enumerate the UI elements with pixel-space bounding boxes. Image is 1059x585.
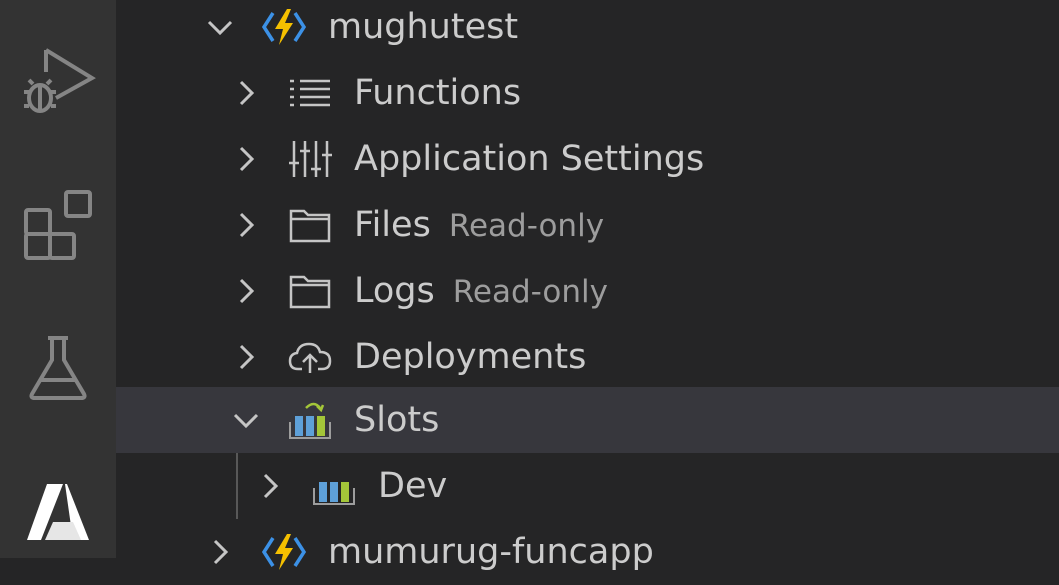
tree-item-label: Slots xyxy=(354,400,440,440)
tree-item-label: Dev xyxy=(378,466,448,506)
tree-item-label: Deployments xyxy=(354,337,587,377)
cloud-upload-icon xyxy=(288,342,332,373)
tree-item-function-app[interactable]: mughutest xyxy=(116,0,1059,60)
tree-item-label: mughutest xyxy=(328,7,519,47)
slot-icon xyxy=(313,482,355,505)
function-app-icon xyxy=(262,9,306,45)
chevron-right-icon[interactable] xyxy=(230,341,262,373)
tree-item-function-app-2[interactable]: mumurug-funcapp xyxy=(116,519,1059,585)
tree-item-deployments[interactable]: Deployments xyxy=(116,324,1059,390)
testing-icon[interactable] xyxy=(0,334,116,402)
settings-sliders-icon xyxy=(289,141,332,177)
tree-item-slot-dev[interactable]: Dev xyxy=(116,453,1059,519)
tree-item-description: Read-only xyxy=(452,274,608,310)
tree-item-label: Application Settings xyxy=(354,139,705,179)
folder-icon xyxy=(289,209,331,243)
extensions-icon[interactable] xyxy=(0,188,116,264)
list-icon xyxy=(290,79,330,107)
tree-item-functions[interactable]: Functions xyxy=(116,60,1059,126)
tree-item-label: Files xyxy=(354,205,431,245)
tree-item-label: Functions xyxy=(354,73,522,113)
tree-item-label: Logs xyxy=(354,271,435,311)
tree-item-slots[interactable]: Slots xyxy=(116,387,1059,453)
tree-item-application-settings[interactable]: Application Settings xyxy=(116,126,1059,192)
chevron-right-icon[interactable] xyxy=(230,275,262,307)
folder-icon xyxy=(289,275,331,309)
chevron-right-icon[interactable] xyxy=(254,470,286,502)
activity-bar xyxy=(0,0,116,558)
azure-resources-tree: mughutest Functions Application Settings xyxy=(116,0,1059,572)
azure-icon[interactable] xyxy=(0,478,116,548)
chevron-right-icon[interactable] xyxy=(230,209,262,241)
tree-item-logs[interactable]: Logs Read-only xyxy=(116,258,1059,324)
chevron-right-icon[interactable] xyxy=(204,536,236,568)
tree-item-label: mumurug-funcapp xyxy=(328,532,654,572)
run-debug-icon[interactable] xyxy=(0,44,116,120)
tree-item-description: Read-only xyxy=(448,208,605,244)
chevron-right-icon[interactable] xyxy=(230,77,262,109)
chevron-right-icon[interactable] xyxy=(230,143,262,175)
chevron-down-icon[interactable] xyxy=(230,404,262,436)
chevron-down-icon[interactable] xyxy=(204,11,236,43)
function-app-icon xyxy=(262,534,306,570)
tree-item-files[interactable]: Files Read-only xyxy=(116,192,1059,258)
slots-icon xyxy=(289,402,331,439)
